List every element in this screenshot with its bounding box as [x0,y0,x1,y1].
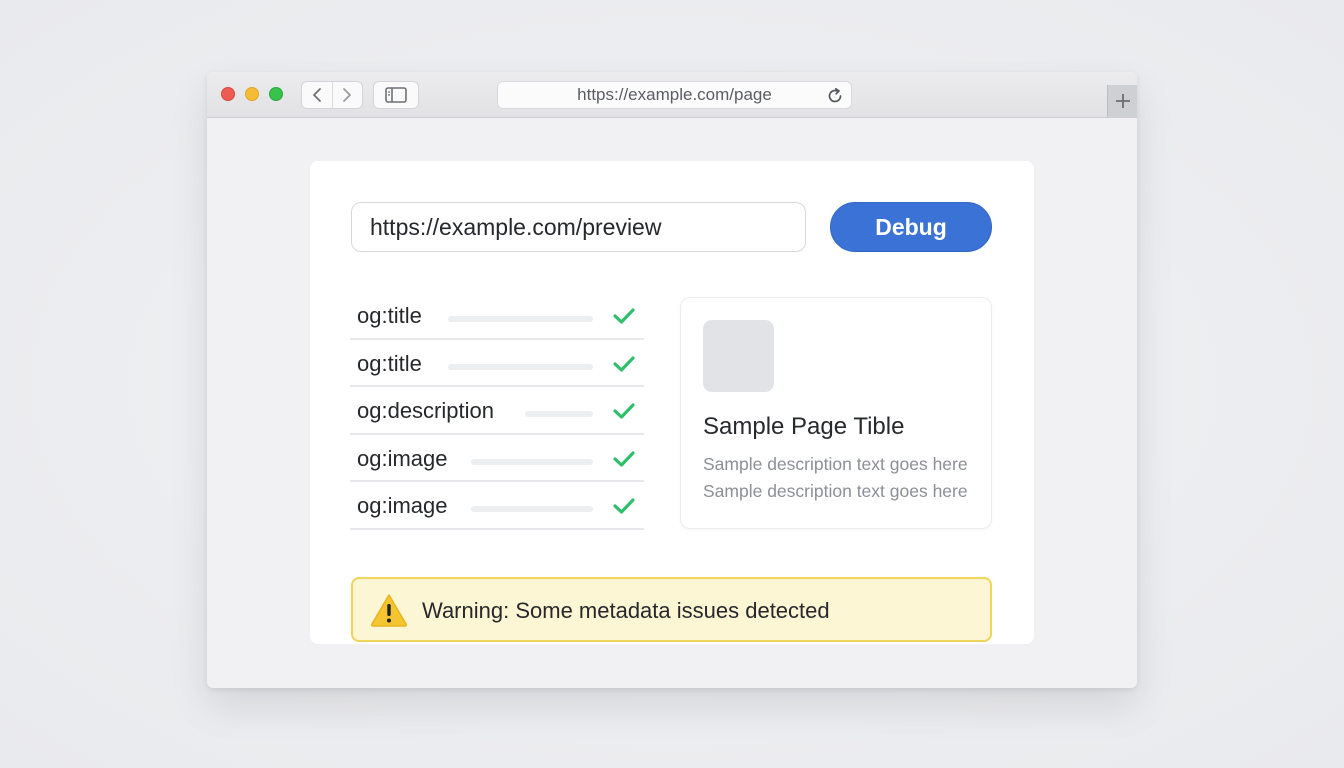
browser-titlebar: https://example.com/page [207,72,1137,118]
meta-tag-row: og:image [350,435,644,482]
new-tab-button[interactable] [1107,85,1137,117]
navigation-buttons [301,81,363,109]
preview-title: Sample Page Tible [703,413,905,440]
zoom-window-button[interactable] [269,87,283,101]
forward-button[interactable] [331,82,362,108]
meta-tag-row: og:description [350,387,644,435]
check-icon [613,403,635,419]
address-bar[interactable]: https://example.com/page [497,81,852,109]
meta-value-placeholder [525,411,593,417]
check-icon [613,308,635,324]
reload-button[interactable] [825,86,845,106]
link-preview-card: Sample Page Tible Sample description tex… [680,297,992,529]
meta-tag-label: og:title [357,350,422,376]
preview-description: Sample description text goes here [703,481,968,501]
preview-image-placeholder [703,320,774,392]
check-icon [613,450,635,467]
minimize-window-button[interactable] [245,87,259,101]
chevron-left-icon [313,88,321,102]
address-text: https://example.com/page [577,85,772,104]
check-icon [613,498,635,514]
debug-button[interactable]: Debug [830,202,992,252]
warning-icon [370,594,408,627]
meta-tag-label: og:image [357,493,448,518]
meta-value-placeholder [471,506,593,512]
back-button[interactable] [302,82,332,108]
meta-value-placeholder [448,363,593,370]
warning-text: Warning: Some metadata issues detected [422,598,830,623]
desktop-background: https://example.com/page Debug [0,0,1344,768]
meta-tag-label: og:description [357,398,494,423]
meta-value-placeholder [448,316,593,322]
sidebar-toggle-button[interactable] [373,81,419,109]
check-icon [613,355,635,372]
preview-description: Sample description text goes here [703,454,968,474]
warning-banner: Warning: Some metadata issues detected [351,577,992,642]
chevron-right-icon [343,88,352,102]
meta-tag-label: og:title [357,303,422,328]
browser-window: https://example.com/page Debug [207,72,1137,688]
meta-tag-row: og:image [350,482,644,530]
meta-tag-row: og:title [350,340,644,387]
meta-tag-label: og:image [357,445,448,471]
reload-icon [828,87,842,103]
meta-tag-row: og:title [350,292,644,340]
meta-value-placeholder [471,458,593,465]
debug-button-label: Debug [875,213,947,240]
meta-tag-list: og:title og:title og:description og:imag… [350,292,644,530]
close-window-button[interactable] [221,87,235,101]
plus-icon [1115,94,1130,108]
sidebar-icon [385,87,407,103]
debugger-card: Debug og:title og:title [310,161,1034,644]
url-input[interactable] [351,202,806,252]
